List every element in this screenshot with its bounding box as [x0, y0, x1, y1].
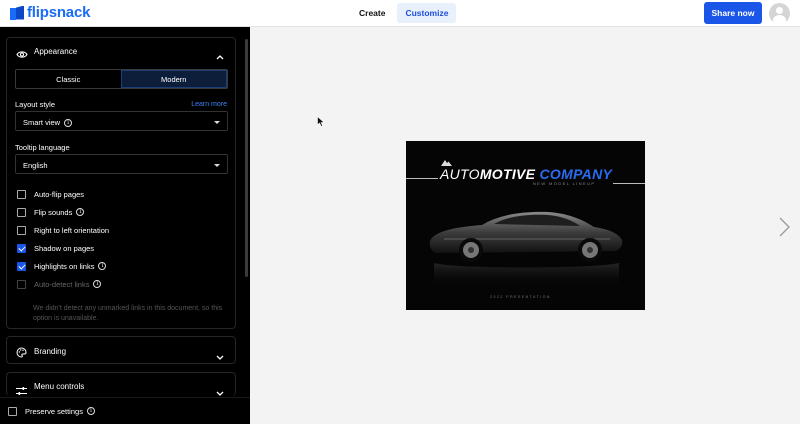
- sliders-icon: [16, 382, 27, 396]
- logo-text: flipsnack: [27, 4, 91, 21]
- cover-footer-text: 2022 PRESENTATION: [490, 295, 551, 299]
- info-icon[interactable]: i: [86, 407, 95, 415]
- shadow-label: Shadow on pages: [34, 243, 95, 253]
- user-avatar[interactable]: [769, 3, 790, 24]
- chevron-down-icon[interactable]: [216, 347, 224, 365]
- preserve-settings-checkbox[interactable]: [8, 406, 17, 416]
- mouse-cursor-icon: [317, 114, 325, 132]
- layout-style-select[interactable]: Smart view i: [15, 111, 228, 131]
- auto-flip-label: Auto-flip pages: [34, 189, 85, 199]
- appearance-panel-header[interactable]: Appearance: [7, 38, 235, 64]
- flipbook-preview-area: AUTOMOTIVE COMPANY NEW MODEL LINEUP 2022…: [250, 27, 800, 424]
- auto-detect-checkbox-row: Auto-detect links i: [17, 278, 102, 290]
- tab-create[interactable]: Create: [351, 3, 393, 23]
- highlights-checkbox-row[interactable]: Highlights on links i: [17, 260, 107, 272]
- branding-panel[interactable]: Branding: [6, 336, 236, 364]
- eye-icon: [16, 46, 28, 64]
- caret-down-icon: [214, 121, 220, 124]
- auto-detect-note: We didn't detect any unmarked links in t…: [33, 305, 223, 322]
- flip-sounds-label: Flip sounds: [34, 207, 73, 217]
- flip-sounds-checkbox[interactable]: [17, 207, 26, 217]
- palette-icon: [16, 345, 27, 363]
- rtl-checkbox-row[interactable]: Right to left orientation: [17, 224, 109, 236]
- auto-detect-label: Auto-detect links: [34, 279, 90, 289]
- appearance-style-toggle: Classic Modern: [15, 69, 228, 89]
- preserve-settings-label: Preserve settings: [25, 406, 83, 416]
- info-icon[interactable]: i: [98, 262, 107, 270]
- auto-flip-checkbox[interactable]: [17, 189, 26, 199]
- avatar-body: [773, 15, 786, 24]
- layout-style-value: Smart view i: [23, 118, 73, 128]
- menu-controls-title: Menu controls: [34, 382, 85, 391]
- flipsnack-logo-icon: [10, 5, 24, 20]
- caret-down-icon: [214, 164, 220, 167]
- highlights-checkbox[interactable]: [17, 261, 26, 271]
- cover-divider-left: [406, 178, 438, 179]
- modern-option[interactable]: Modern: [120, 70, 227, 88]
- menu-controls-panel-header[interactable]: Menu controls: [7, 373, 235, 396]
- chevron-down-icon[interactable]: [216, 383, 224, 396]
- tooltip-language-value: English: [23, 161, 48, 170]
- tooltip-language-select[interactable]: English: [15, 154, 228, 174]
- flip-sounds-checkbox-row[interactable]: Flip sounds i: [17, 206, 85, 218]
- rtl-checkbox[interactable]: [17, 225, 26, 235]
- sidebar-footer: Preserve settings i: [0, 397, 250, 424]
- branding-panel-header[interactable]: Branding: [7, 337, 235, 363]
- chevron-up-icon[interactable]: [216, 47, 224, 65]
- flipsnack-logo[interactable]: flipsnack: [10, 4, 90, 21]
- car-image: [429, 211, 623, 289]
- menu-controls-panel[interactable]: Menu controls: [6, 372, 236, 396]
- tab-customize[interactable]: Customize: [397, 3, 457, 23]
- cover-title: AUTOMOTIVE COMPANY: [440, 166, 613, 182]
- auto-detect-checkbox: [17, 279, 26, 289]
- info-icon[interactable]: i: [64, 119, 73, 128]
- learn-more-link[interactable]: Learn more: [191, 101, 227, 108]
- layout-style-label: Layout style: [15, 100, 56, 109]
- highlights-label: Highlights on links: [34, 261, 95, 271]
- avatar-head: [776, 7, 783, 14]
- main-nav: Create Customize: [351, 3, 457, 23]
- share-now-button[interactable]: Share now: [704, 2, 762, 24]
- shadow-checkbox-row[interactable]: Shadow on pages: [17, 242, 94, 254]
- branding-title: Branding: [34, 347, 67, 356]
- next-page-arrow-icon[interactable]: [778, 217, 790, 242]
- tooltip-language-label: Tooltip language: [15, 143, 70, 152]
- auto-flip-checkbox-row[interactable]: Auto-flip pages: [17, 188, 84, 200]
- cover-subtitle: NEW MODEL LINEUP: [533, 181, 596, 186]
- preserve-settings-row[interactable]: Preserve settings i: [8, 405, 95, 417]
- top-bar: flipsnack Create Customize Share now: [0, 0, 800, 27]
- info-icon[interactable]: i: [93, 280, 102, 288]
- appearance-title: Appearance: [34, 47, 78, 56]
- info-icon[interactable]: i: [76, 208, 85, 216]
- appearance-panel: Appearance Classic Modern Layout style L…: [6, 37, 236, 329]
- shadow-checkbox[interactable]: [17, 243, 26, 253]
- rtl-label: Right to left orientation: [34, 225, 110, 235]
- sidebar-scrollbar[interactable]: [245, 39, 248, 277]
- settings-sidebar: Appearance Classic Modern Layout style L…: [0, 27, 250, 424]
- cover-divider-right: [613, 183, 645, 184]
- classic-option[interactable]: Classic: [16, 70, 121, 88]
- flipbook-cover-page[interactable]: AUTOMOTIVE COMPANY NEW MODEL LINEUP 2022…: [406, 141, 645, 310]
